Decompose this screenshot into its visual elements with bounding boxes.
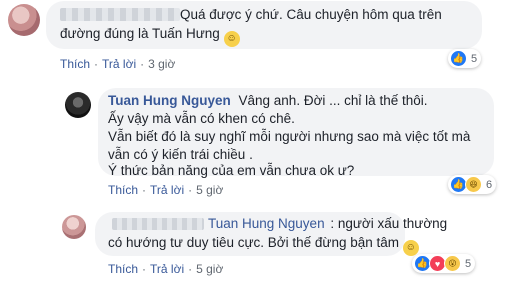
reaction-summary[interactable]: 👍 5: [448, 49, 482, 68]
comment-actions: Thích · Trả lời · 5 giờ: [108, 183, 224, 197]
redacted-name: [112, 218, 204, 230]
avatar[interactable]: [62, 215, 86, 239]
smile-emoji-icon: ☺: [402, 240, 419, 256]
comment-text: Tuan Hung Nguyen : người xấu thường: [208, 215, 447, 233]
comment-text: có hướng tư duy tiêu cực. Bởi thế đừng b…: [108, 234, 419, 256]
comment-text-line: đường đúng là Tuấn Hưng: [60, 26, 220, 41]
comment-text-line: Ấy vậy mà vẫn có khen có chê.: [108, 111, 295, 126]
reaction-count: 6: [486, 178, 493, 191]
reaction-summary[interactable]: 👍 ♥ 😮 5: [412, 254, 476, 273]
smile-emoji-icon: ☺: [223, 31, 240, 47]
like-link[interactable]: Thích: [108, 262, 138, 276]
author-name[interactable]: Tuan Hung Nguyen: [108, 93, 231, 108]
comment-text-line: có hướng tư duy tiêu cực. Bởi thế đừng b…: [108, 235, 400, 250]
comment-actions: Thích · Trả lời · 3 giờ: [60, 57, 176, 71]
comment-text: đường đúng là Tuấn Hưng ☺: [60, 25, 240, 47]
comment-text-line: Vâng anh. Đời ... chỉ là thế thôi.: [238, 93, 428, 108]
reply-link[interactable]: Trả lời: [150, 262, 184, 276]
reply-link[interactable]: Trả lời: [150, 183, 184, 197]
reaction-summary[interactable]: 👍 😆 6: [448, 175, 497, 194]
comment-text-line: : người xấu thường: [330, 216, 448, 231]
comment-text-line: Ý thức bản năng của em vẫn chưa ok ư?: [108, 163, 355, 178]
comment-text: Tuan Hung Nguyen Vâng anh. Đời ... chỉ l…: [108, 92, 427, 110]
like-reaction-icon: 👍: [450, 50, 467, 67]
comment-actions: Thích · Trả lời · 5 giờ: [108, 262, 224, 276]
comment-text: Quá được ý chứ. Câu chuyện hôm qua trên: [180, 7, 442, 22]
avatar[interactable]: [8, 4, 40, 36]
haha-reaction-icon: 😆: [465, 176, 482, 193]
like-link[interactable]: Thích: [60, 57, 90, 71]
author-name[interactable]: Tuan Hung Nguyen: [208, 216, 325, 231]
reaction-count: 5: [471, 52, 478, 65]
timestamp[interactable]: 3 giờ: [148, 57, 175, 71]
wow-reaction-icon: 😮: [444, 255, 461, 272]
reply-link[interactable]: Trả lời: [102, 57, 136, 71]
timestamp[interactable]: 5 giờ: [196, 183, 223, 197]
reaction-count: 5: [465, 257, 472, 270]
comment-text-line: Vẫn biết đó là suy nghĩ mỗi người nhưng …: [108, 129, 471, 144]
avatar[interactable]: [65, 92, 91, 118]
redacted-name: [60, 8, 180, 21]
like-link[interactable]: Thích: [108, 183, 138, 197]
timestamp[interactable]: 5 giờ: [196, 262, 223, 276]
